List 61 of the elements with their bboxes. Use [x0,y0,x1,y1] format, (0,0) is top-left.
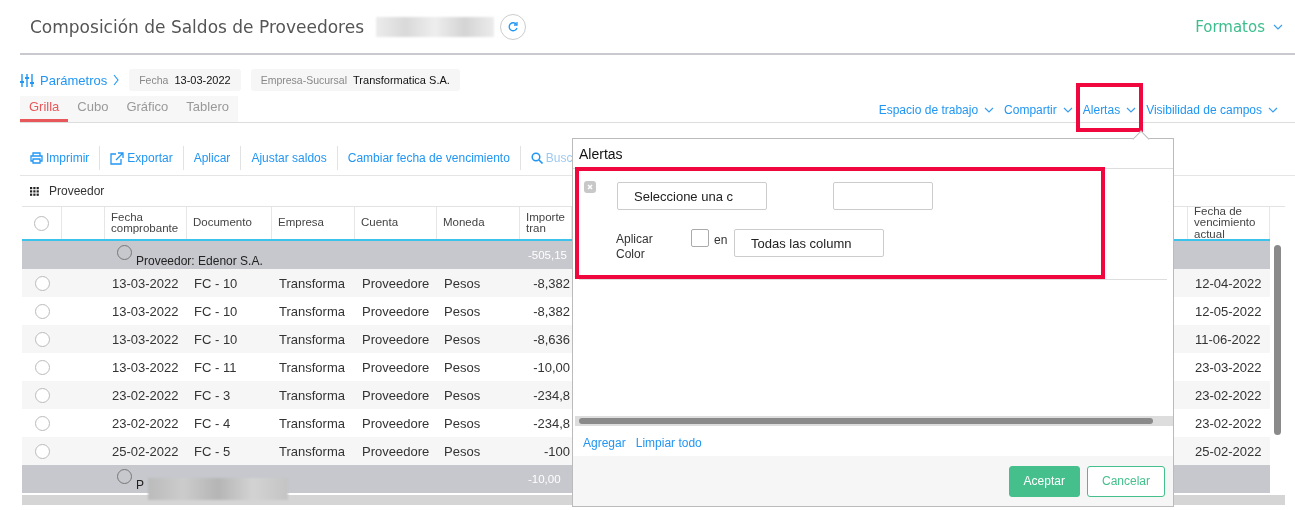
table-cell: Transforma [279,415,345,431]
field-value: Transformatica S.A. [353,74,450,86]
table-cell: 25-02-2022 [1195,443,1262,459]
group-label: Proveedor: Edenor S.A. [136,254,263,268]
table-cell: Pesos [444,303,481,319]
field-value: 13-03-2022 [174,74,231,86]
table-cell: Proveedore [362,443,430,459]
table-cell: -100 [543,443,570,459]
table-cell: -8,382 [533,303,570,319]
table-cell: Transforma [279,331,345,347]
table-cell: Proveedore [362,387,430,403]
table-cell: FC - 3 [194,387,231,403]
table-cell: 23-02-2022 [1195,415,1262,431]
table-cell: 23-02-2022 [1195,387,1262,403]
table-cell: Pesos [444,387,481,403]
table-cell: FC - 5 [194,443,231,459]
group-label: P [136,478,144,492]
field-label: Fecha [139,74,169,86]
table-cell: Pesos [444,443,481,459]
table-cell: -10,00 [533,359,570,375]
table-cell: -8,636 [533,331,570,347]
table-cell: 25-02-2022 [112,443,179,459]
table-cell: Proveedore [362,303,430,319]
table-cell: Proveedore [362,331,430,347]
table-cell: Proveedore [362,359,430,375]
table-cell: Pesos [444,331,481,347]
grouping-label: Proveedor [49,184,105,198]
popup-title: Alertas [573,139,1173,169]
table-cell: Transforma [279,359,345,375]
apply-color-label: Aplicar Color [616,232,654,262]
table-cell: FC - 4 [194,415,231,431]
table-cell: Transforma [279,275,345,291]
table-cell: 23-02-2022 [112,415,179,431]
table-cell: FC - 10 [194,303,238,319]
page-title: Composición de Saldos de Proveedores [30,16,364,37]
table-cell: 23-03-2022 [1195,359,1262,375]
table-cell: -234,8 [533,387,570,403]
table-cell: 12-05-2022 [1195,303,1262,319]
table-cell: 13-03-2022 [112,359,179,375]
table-cell: Pesos [444,359,481,375]
table-cell: 11-06-2022 [1195,331,1261,347]
table-cell: FC - 11 [194,359,237,375]
table-cell: Pesos [444,275,481,291]
table-cell: 13-03-2022 [112,303,179,319]
table-cell: 12-04-2022 [1195,275,1262,291]
table-cell: 13-03-2022 [112,331,179,347]
table-cell: FC - 10 [194,275,238,291]
table-cell: -8,382 [533,275,570,291]
table-cell: Transforma [279,303,345,319]
table-cell: Transforma [279,443,345,459]
field-label: Empresa-Sucursal [260,74,348,86]
table-cell: Pesos [444,415,481,431]
table-cell: Proveedore [362,275,430,291]
scope-label: en [714,233,728,247]
table-cell: Proveedore [362,415,430,431]
group-total: -505,15 [528,249,567,261]
table-cell: 23-02-2022 [112,387,179,403]
table-cell: FC - 10 [194,331,238,347]
table-cell: 13-03-2022 [112,275,179,291]
table-cell: -234,8 [533,415,570,431]
table-cell: Transforma [279,387,345,403]
